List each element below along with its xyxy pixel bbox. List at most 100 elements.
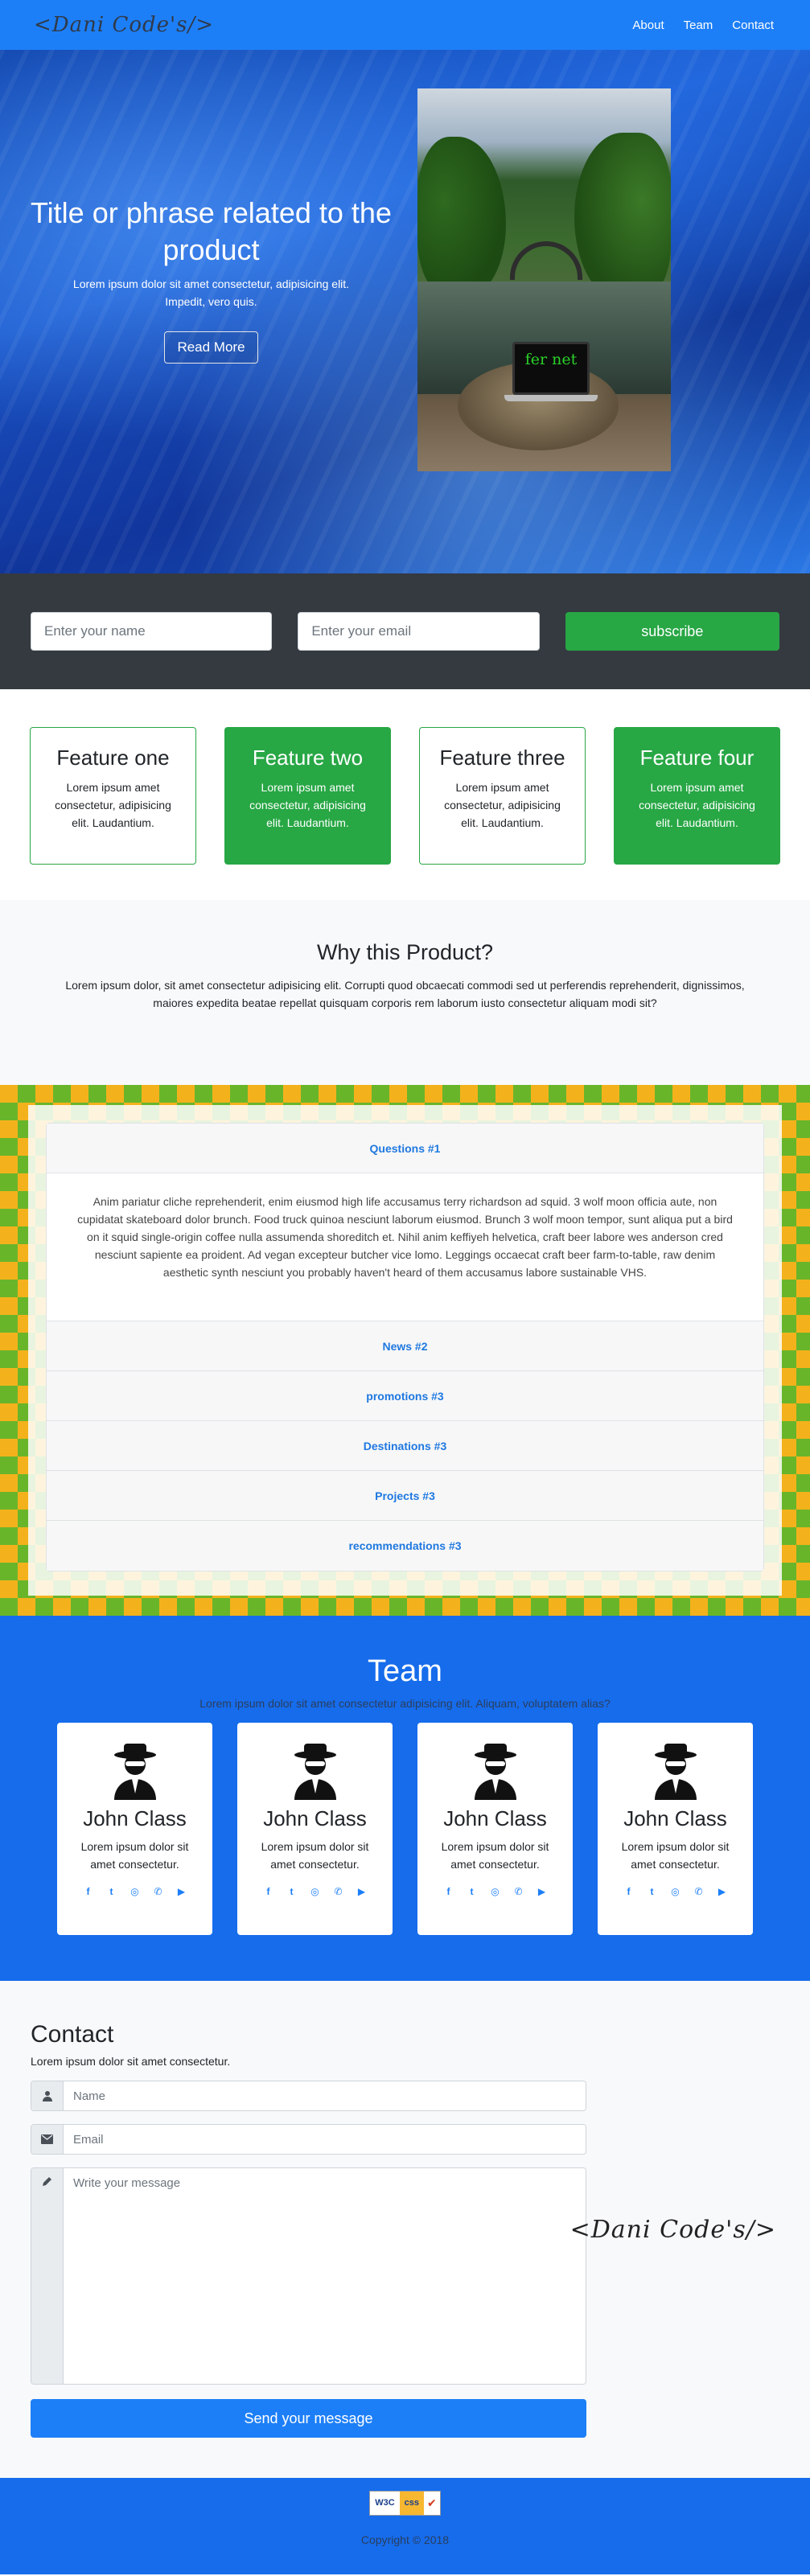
team-card: John Class Lorem ipsum dolor sit amet con… [598,1723,753,1935]
message-field [31,2167,586,2385]
subscribe-button[interactable]: subscribe [565,612,779,651]
member-bio: Lorem ipsum dolor sit amet consectetur. [441,1840,549,1871]
instagram-icon[interactable]: ◎ [128,1884,142,1898]
team-title: Team [368,1654,442,1688]
why-title: Why this Product? [316,940,494,964]
team-subtitle: Lorem ipsum dolor sit amet consectetur a… [199,1697,611,1710]
contact-subtitle: Lorem ipsum dolor sit amet consectetur. [31,2055,231,2068]
tree-right [574,133,671,302]
social-links: f t ◎ ✆ ▶ [237,1884,393,1898]
hero-title: Title or phrase related to the product [31,196,392,266]
checkmark-icon: ✔ [427,2496,437,2509]
contact-logo: <Dani Code's/> [569,2216,776,2244]
whatsapp-icon[interactable]: ✆ [151,1884,165,1898]
spy-avatar-icon [653,1742,698,1800]
contact-name-input[interactable] [64,2081,586,2110]
accordion-section: Questions #1 Anim pariatur cliche repreh… [0,1085,810,1616]
accordion-header-recommendations[interactable]: recommendations #3 [47,1521,763,1571]
youtube-icon[interactable]: ▶ [175,1884,188,1898]
spy-avatar-icon [293,1742,338,1800]
team-card: John Class Lorem ipsum dolor sit amet con… [57,1723,212,1935]
team-card: John Class Lorem ipsum dolor sit amet con… [237,1723,393,1935]
instagram-icon[interactable]: ◎ [308,1884,322,1898]
facebook-icon[interactable]: f [622,1884,635,1898]
w3c-css-badge[interactable]: W3C css ✔ [369,2491,441,2516]
laptop-screen: fer net [512,342,590,395]
read-more-button[interactable]: Read More [164,331,258,364]
subscribe-email-input[interactable] [298,612,540,651]
accordion-header-projects[interactable]: Projects #3 [47,1471,763,1521]
accordion-header-questions[interactable]: Questions #1 [47,1124,763,1173]
hero-text: Title or phrase related to the product L… [28,195,394,364]
youtube-icon[interactable]: ▶ [355,1884,368,1898]
whatsapp-icon[interactable]: ✆ [512,1884,525,1898]
accordion-body: Anim pariatur cliche reprehenderit, enim… [47,1173,763,1321]
member-name: John Class [263,1806,367,1830]
why-section: Why this Product? Lorem ipsum dolor, sit… [0,900,810,1085]
w3c-badge-label: W3C [370,2492,400,2515]
nav-links: About Team Contact [632,18,774,32]
feature-card: Feature one Lorem ipsum amet consectetur… [30,727,196,865]
twitter-icon[interactable]: t [105,1884,118,1898]
whatsapp-icon[interactable]: ✆ [692,1884,705,1898]
copyright: Copyright © 2018 [360,2533,450,2546]
navbar: <Dani Code's/> About Team Contact [0,0,810,50]
facebook-icon[interactable]: f [442,1884,455,1898]
nav-link-contact[interactable]: Contact [732,18,774,32]
whatsapp-icon[interactable]: ✆ [331,1884,345,1898]
twitter-icon[interactable]: t [285,1884,298,1898]
youtube-icon[interactable]: ▶ [715,1884,729,1898]
accordion-header-destinations[interactable]: Destinations #3 [47,1421,763,1471]
feature-text: Lorem ipsum amet consectetur, adipisicin… [249,781,366,829]
feature-text: Lorem ipsum amet consectetur, adipisicin… [639,781,755,829]
feature-title: Feature three [439,746,565,770]
contact-title: Contact [31,2021,114,2048]
name-field [31,2081,586,2111]
accordion-header-promotions[interactable]: promotions #3 [47,1371,763,1421]
team-section: Team Lorem ipsum dolor sit amet consecte… [0,1616,810,1981]
member-name: John Class [83,1806,187,1830]
brand-logo[interactable]: <Dani Code's/> [34,13,214,37]
nav-link-about[interactable]: About [632,18,664,32]
features-section: Feature one Lorem ipsum amet consectetur… [0,689,810,900]
feature-card: Feature four Lorem ipsum amet consectetu… [614,727,780,865]
facebook-icon[interactable]: f [261,1884,275,1898]
footer: W3C css ✔ Copyright © 2018 [0,2478,810,2574]
pencil-icon [31,2168,64,2384]
hero-subtitle: Lorem ipsum dolor sit amet consectetur, … [72,277,350,308]
member-name: John Class [623,1806,727,1830]
twitter-icon[interactable]: t [645,1884,659,1898]
social-links: f t ◎ ✆ ▶ [57,1884,212,1898]
feature-title: Feature two [252,746,364,770]
css-badge-label: css [399,2492,425,2515]
hero-section: Title or phrase related to the product L… [0,50,810,573]
email-field [31,2124,586,2155]
nav-link-team[interactable]: Team [684,18,713,32]
contact-message-textarea[interactable] [64,2168,586,2384]
instagram-icon[interactable]: ◎ [488,1884,502,1898]
laptop-base [504,395,598,401]
tree-left [417,137,506,298]
feature-title: Feature one [56,746,170,770]
why-text: Lorem ipsum dolor, sit amet consectetur … [65,979,745,1009]
facebook-icon[interactable]: f [81,1884,95,1898]
spy-avatar-icon [473,1742,518,1800]
subscribe-name-input[interactable] [31,612,273,651]
instagram-icon[interactable]: ◎ [668,1884,682,1898]
social-links: f t ◎ ✆ ▶ [417,1884,573,1898]
feature-text: Lorem ipsum amet consectetur, adipisicin… [55,781,171,829]
feature-title: Feature four [639,746,754,770]
twitter-icon[interactable]: t [465,1884,479,1898]
spy-avatar-icon [113,1742,158,1800]
member-bio: Lorem ipsum dolor sit amet consectetur. [621,1840,730,1871]
envelope-icon [31,2125,64,2154]
youtube-icon[interactable]: ▶ [535,1884,549,1898]
accordion-header-news[interactable]: News #2 [47,1321,763,1371]
arch-bridge [510,241,582,280]
user-icon [31,2081,64,2110]
send-message-button[interactable]: Send your message [31,2399,586,2438]
member-name: John Class [443,1806,547,1830]
feature-card: Feature three Lorem ipsum amet consectet… [419,727,586,865]
hero-image: fer net [417,88,671,471]
contact-email-input[interactable] [64,2125,586,2154]
